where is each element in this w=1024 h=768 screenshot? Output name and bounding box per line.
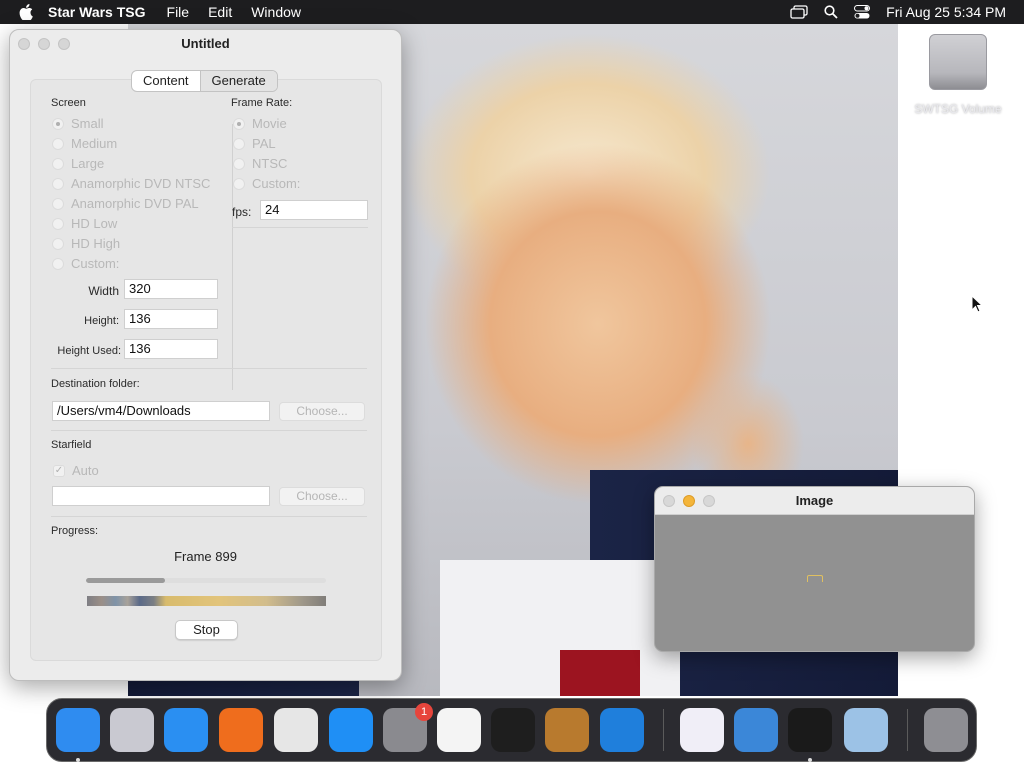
starfield-path-field[interactable] bbox=[52, 486, 270, 506]
screen-option-hd-high[interactable]: HD High bbox=[52, 236, 120, 251]
radio-icon bbox=[52, 137, 64, 150]
fps-field[interactable]: 24 bbox=[260, 200, 368, 220]
menu-bar-clock[interactable]: Fri Aug 25 5:34 PM bbox=[886, 4, 1006, 20]
width-field[interactable]: 320 bbox=[124, 279, 218, 299]
destination-path-field[interactable]: /Users/vm4/Downloads bbox=[52, 401, 270, 421]
dock-separator bbox=[663, 709, 664, 751]
file-menu[interactable]: File bbox=[167, 4, 190, 20]
dock-vscode-icon[interactable] bbox=[600, 708, 644, 752]
image-window: Image bbox=[654, 486, 975, 652]
progress-bar bbox=[86, 578, 326, 583]
destination-heading: Destination folder: bbox=[51, 378, 140, 390]
height-used-field[interactable]: 136 bbox=[124, 339, 218, 359]
screen-mirroring-icon[interactable] bbox=[790, 5, 808, 19]
fps-divider bbox=[232, 227, 368, 228]
dock: 1 bbox=[46, 698, 977, 762]
tab-generate[interactable]: Generate bbox=[199, 71, 277, 91]
progress-bar-fill bbox=[86, 578, 166, 583]
radio-icon bbox=[52, 257, 64, 270]
screen-option-custom[interactable]: Custom: bbox=[52, 256, 119, 271]
radio-icon bbox=[52, 157, 64, 170]
screen-heading: Screen bbox=[51, 97, 86, 109]
screen-option-anamorphic-ntsc[interactable]: Anamorphic DVD NTSC bbox=[52, 176, 210, 191]
screen-option-anamorphic-pal[interactable]: Anamorphic DVD PAL bbox=[52, 196, 199, 211]
destination-choose-button[interactable]: Choose... bbox=[279, 402, 365, 421]
wallpaper-tie bbox=[560, 650, 640, 696]
starfield-choose-button[interactable]: Choose... bbox=[279, 487, 365, 506]
window-title: Untitled bbox=[181, 36, 230, 51]
dock-separator bbox=[907, 709, 908, 751]
checkmark-icon: ✓ bbox=[53, 464, 65, 477]
dock-chrome-icon[interactable] bbox=[274, 708, 318, 752]
radio-icon bbox=[233, 177, 245, 190]
frame-rate-option-custom[interactable]: Custom: bbox=[233, 176, 300, 191]
dock-safari-icon[interactable] bbox=[164, 708, 208, 752]
stop-button[interactable]: Stop bbox=[175, 620, 238, 640]
radio-icon bbox=[52, 197, 64, 210]
desktop-volume[interactable]: SWTSG Volume bbox=[908, 34, 1008, 116]
radio-icon bbox=[52, 217, 64, 230]
fps-label: fps: bbox=[232, 205, 252, 219]
image-window-title: Image bbox=[795, 493, 834, 508]
apple-menu-icon[interactable] bbox=[18, 4, 34, 20]
frame-preview-strip bbox=[87, 596, 326, 606]
screen-option-small[interactable]: Small bbox=[52, 116, 104, 131]
radio-icon bbox=[52, 237, 64, 250]
frame-rate-option-pal[interactable]: PAL bbox=[233, 136, 276, 151]
height-label: Height: bbox=[84, 315, 119, 327]
control-center-icon[interactable] bbox=[854, 5, 871, 19]
starfield-heading: Starfield bbox=[51, 439, 92, 451]
window-menu[interactable]: Window bbox=[251, 4, 301, 20]
width-label: Width bbox=[88, 284, 119, 298]
tab-bar: Content Generate bbox=[131, 70, 278, 92]
dock-finder-icon[interactable] bbox=[56, 708, 100, 752]
starfield-auto-checkbox[interactable]: ✓ Auto bbox=[53, 463, 99, 478]
dock-textedit-icon[interactable] bbox=[437, 708, 481, 752]
dock-firefox-icon[interactable] bbox=[219, 708, 263, 752]
desktop-volume-label: SWTSG Volume bbox=[914, 102, 1002, 116]
drive-icon bbox=[929, 34, 987, 90]
frame-rate-option-ntsc[interactable]: NTSC bbox=[233, 156, 287, 171]
image-window-titlebar[interactable]: Image bbox=[655, 487, 974, 515]
section-divider bbox=[51, 516, 367, 517]
radio-icon bbox=[233, 117, 245, 130]
dock-garageband-icon[interactable] bbox=[545, 708, 589, 752]
section-divider bbox=[51, 368, 367, 369]
dock-app-store-icon[interactable] bbox=[329, 708, 373, 752]
dock-terminal-icon[interactable] bbox=[491, 708, 535, 752]
dock-launchpad-icon[interactable] bbox=[110, 708, 154, 752]
screen-option-large[interactable]: Large bbox=[52, 156, 104, 171]
main-window-titlebar[interactable]: Untitled bbox=[10, 30, 401, 58]
menu-bar: Star Wars TSG File Edit Window Fri Aug 2… bbox=[0, 0, 1024, 24]
dock-preview-icon[interactable] bbox=[844, 708, 888, 752]
dock-star-wars-tsg-icon[interactable] bbox=[788, 708, 832, 752]
frame-rate-heading: Frame Rate: bbox=[231, 97, 293, 109]
height-field[interactable]: 136 bbox=[124, 309, 218, 329]
app-name-menu[interactable]: Star Wars TSG bbox=[48, 4, 146, 20]
notification-badge: 1 bbox=[415, 703, 433, 721]
main-window: Untitled Content Generate Screen Small M… bbox=[9, 29, 402, 681]
progress-heading: Progress: bbox=[51, 525, 99, 537]
spotlight-search-icon[interactable] bbox=[824, 5, 838, 19]
dock-system-settings-icon[interactable]: 1 bbox=[383, 703, 433, 752]
edit-menu[interactable]: Edit bbox=[208, 4, 232, 20]
frame-counter: Frame 899 bbox=[174, 549, 237, 564]
dock-running-indicator bbox=[808, 758, 812, 762]
radio-icon bbox=[52, 117, 64, 130]
radio-icon bbox=[233, 157, 245, 170]
dock-weather-icon[interactable] bbox=[734, 708, 778, 752]
radio-icon bbox=[233, 137, 245, 150]
frame-rate-option-movie[interactable]: Movie bbox=[233, 116, 287, 131]
dock-running-indicator bbox=[76, 758, 80, 762]
screen-option-medium[interactable]: Medium bbox=[52, 136, 117, 151]
radio-icon bbox=[52, 177, 64, 190]
screen-option-hd-low[interactable]: HD Low bbox=[52, 216, 117, 231]
mouse-pointer-icon bbox=[971, 294, 984, 316]
height-used-label: Height Used: bbox=[57, 345, 121, 357]
section-divider bbox=[51, 430, 367, 431]
tab-content[interactable]: Content bbox=[132, 71, 200, 91]
dock-trash-icon[interactable] bbox=[924, 708, 968, 752]
rendered-frame-glyph bbox=[807, 575, 823, 582]
dock-visual-studio-icon[interactable] bbox=[680, 708, 724, 752]
